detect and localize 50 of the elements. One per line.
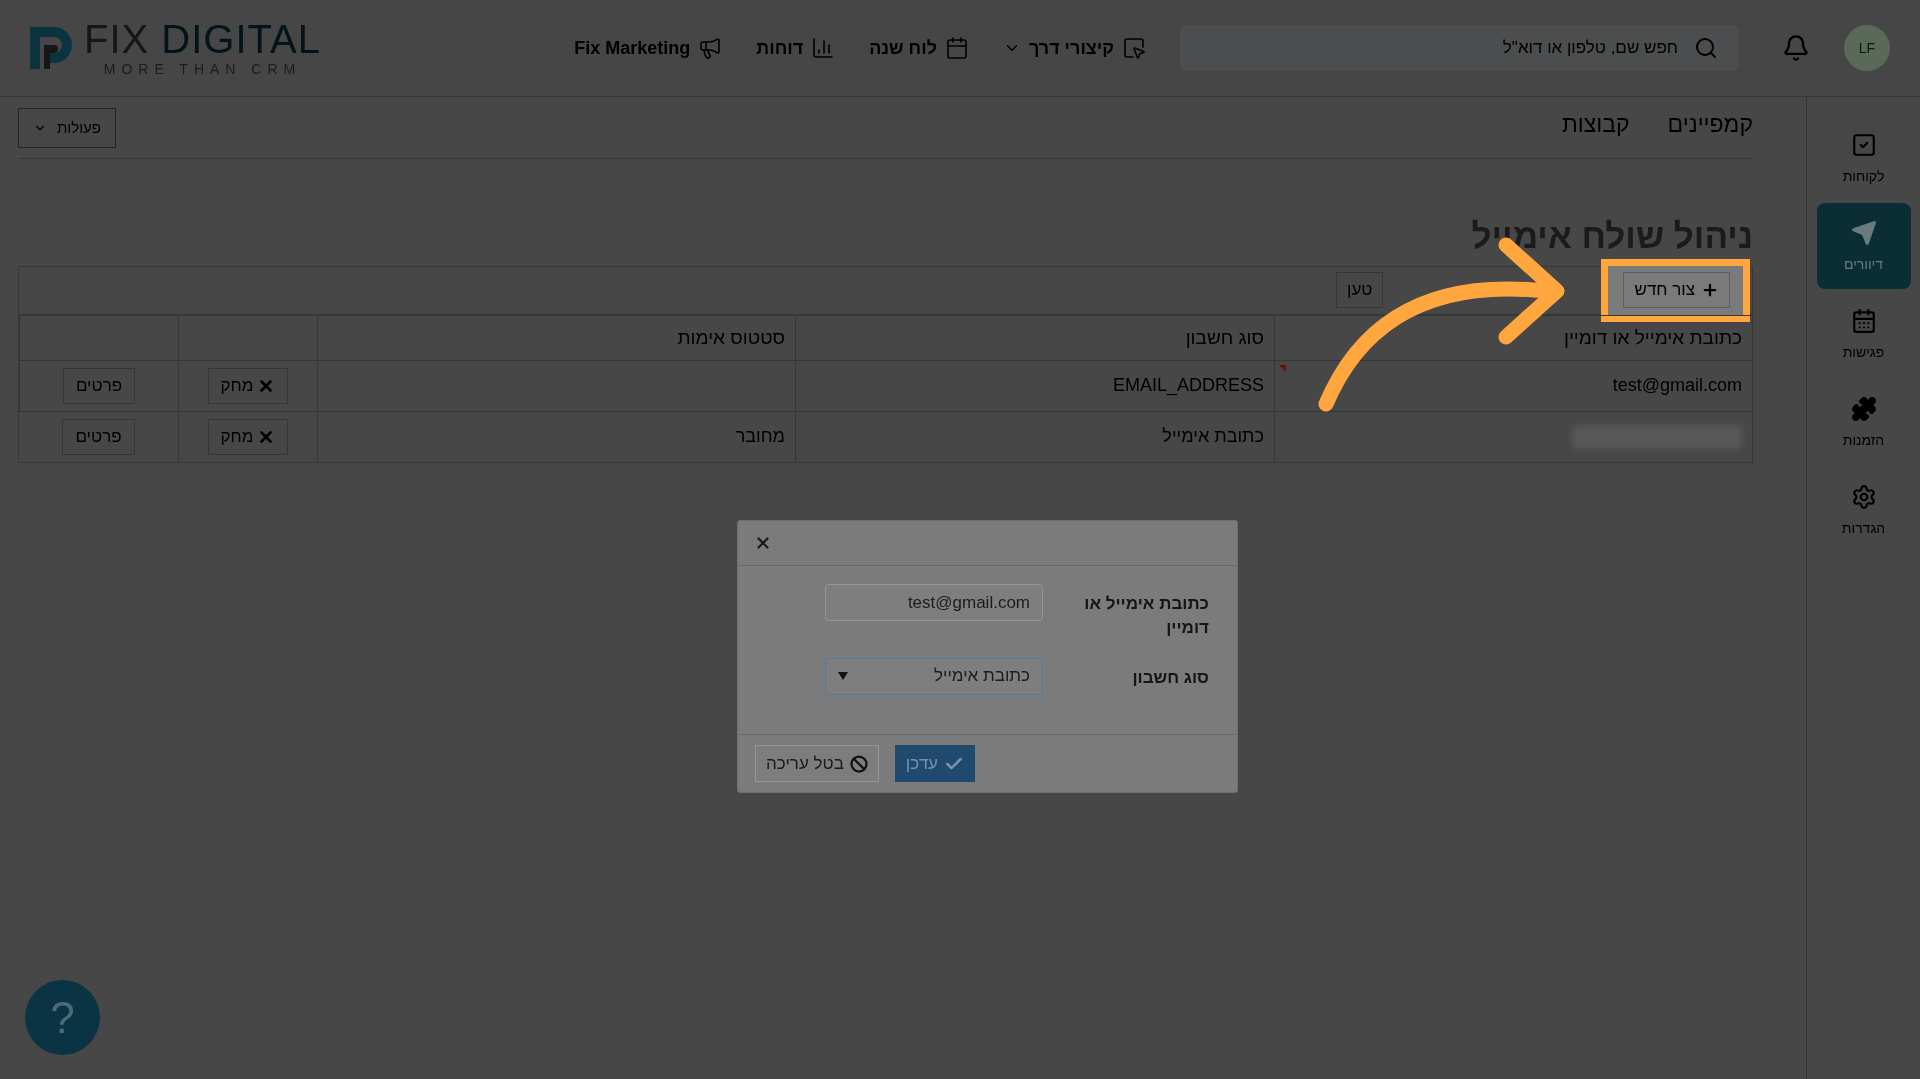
actions-dropdown[interactable]: פעולות <box>18 107 116 148</box>
details-button[interactable]: פרטים <box>62 418 135 455</box>
ban-icon <box>849 754 868 773</box>
help-button[interactable]: ? <box>25 980 100 1055</box>
field-label: כתובת אימייל או דומיין <box>1083 593 1209 639</box>
details-button[interactable]: פרטים <box>62 367 136 404</box>
search-icon <box>1694 36 1718 60</box>
sidebar-item[interactable]: פגישות <box>1816 291 1911 377</box>
nav-link[interactable]: Fix Marketing <box>574 36 723 60</box>
column-header: כתובת אימייל או דומיין <box>1274 314 1752 360</box>
tab[interactable]: קמפיינים <box>1667 110 1753 145</box>
update-button[interactable]: עדכן <box>894 745 975 782</box>
delete-button[interactable]: מחק <box>207 418 289 455</box>
bar-chart-icon <box>811 36 836 60</box>
close-icon[interactable] <box>754 534 772 552</box>
cursor-square-icon <box>1122 36 1146 60</box>
paper-plane-icon <box>1850 220 1877 246</box>
field-label: סוג חשבון <box>1131 666 1209 689</box>
table-cell: EMAIL_ADDRESS <box>795 359 1274 411</box>
sidebar-item[interactable]: לקוחות <box>1816 115 1911 201</box>
search-field[interactable]: חפש שם, טלפון או דוא"ל <box>1180 25 1738 71</box>
sidebar-item[interactable]: דיוורים <box>1816 203 1911 289</box>
sidebar-item[interactable]: הגדרות <box>1816 467 1911 553</box>
changed-marker <box>1279 364 1286 372</box>
checkbox-icon <box>1850 132 1877 158</box>
logo-mark-icon <box>28 25 74 71</box>
table-cell: test@gmail.com <box>1274 359 1752 411</box>
user-avatar[interactable]: LF <box>1844 25 1890 71</box>
megaphone-icon <box>698 36 723 60</box>
nav-link[interactable]: דוחות <box>756 36 836 60</box>
toolbar-button[interactable]: טען <box>1336 272 1384 308</box>
table-cell: כתובת אימייל <box>795 410 1274 462</box>
puzzle-icon <box>1850 396 1877 422</box>
column-header: סטטוס אימות <box>317 314 795 360</box>
calendar-icon <box>1850 308 1877 334</box>
dropdown-triangle-icon <box>838 672 848 681</box>
table-cell: מחובר <box>317 410 795 462</box>
toolbar-button[interactable]: צור חדש <box>1623 272 1730 308</box>
account-type-select[interactable]: כתובת אימייל <box>825 657 1043 695</box>
settings-icon <box>1850 484 1877 510</box>
nav-link[interactable]: לוח שנה <box>869 36 969 60</box>
nav-link[interactable]: קיצורי דרך <box>1002 36 1146 60</box>
calendar-icon <box>944 36 969 60</box>
sidebar-item[interactable]: הזמנות <box>1816 379 1911 465</box>
tab[interactable]: קבוצות <box>1561 110 1630 145</box>
delete-button[interactable]: מחק <box>207 367 289 404</box>
column-header: סוג חשבון <box>795 314 1274 360</box>
plus-icon <box>1701 281 1719 299</box>
cancel-button[interactable]: בטל עריכה <box>755 745 879 782</box>
email-input[interactable]: test@gmail.com <box>825 584 1043 621</box>
